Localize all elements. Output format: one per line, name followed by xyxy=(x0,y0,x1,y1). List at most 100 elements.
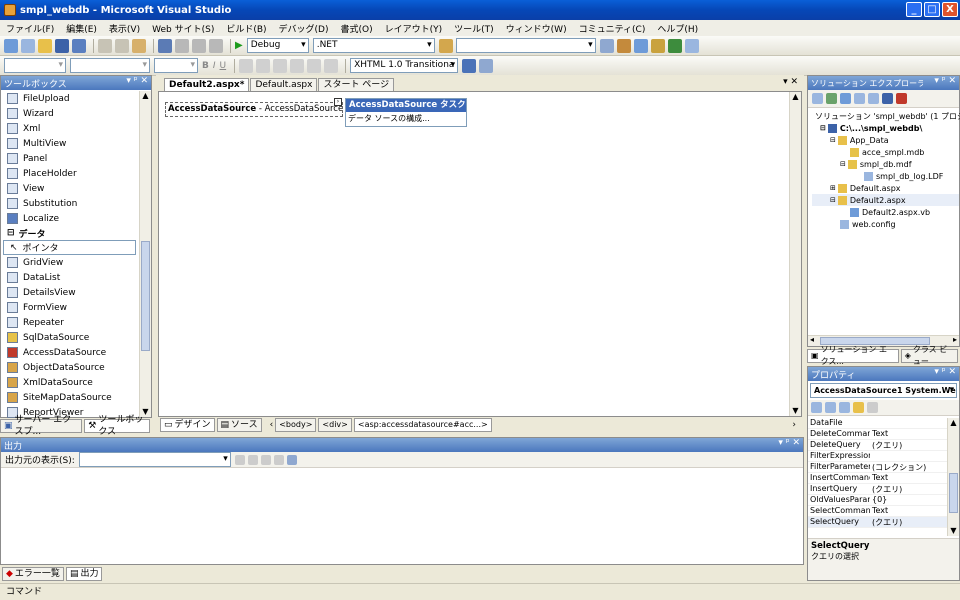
toolbox-item-panel[interactable]: Panel xyxy=(1,151,140,166)
doctype-combo[interactable]: XHTML 1.0 Transitiona xyxy=(350,58,459,73)
font-name-combo[interactable] xyxy=(70,58,150,73)
tab-default2-aspx[interactable]: Default2.aspx* xyxy=(164,78,250,91)
breadcrumb-left-icon[interactable]: ‹ xyxy=(270,420,274,430)
tree-item-solution[interactable]: ソリューション 'smpl_webdb' (1 プロジ xyxy=(812,110,960,122)
tab-class-view[interactable]: ◈ クラス ビュー xyxy=(900,345,958,366)
tab-toolbox[interactable]: ⚒ ツールボックス xyxy=(84,415,150,437)
smart-tag-glyph[interactable]: › xyxy=(334,98,342,106)
prop-row[interactable]: InsertCommand Text xyxy=(808,473,947,484)
configure-data-source-link[interactable]: データ ソースの構成... xyxy=(346,112,466,125)
save-all-icon[interactable] xyxy=(72,38,86,53)
maximize-button[interactable]: □ xyxy=(924,2,940,17)
italic-button[interactable]: I xyxy=(213,61,216,71)
expand-icon[interactable]: ⊟ xyxy=(820,124,826,132)
panel-controls[interactable]: ▾ ᵖ ✕ xyxy=(126,76,148,86)
scroll-up-icon[interactable]: ▲ xyxy=(790,92,801,102)
bold-button[interactable]: B xyxy=(202,61,209,71)
tree-item-web-config[interactable]: web.config xyxy=(812,218,959,230)
font-size-combo[interactable] xyxy=(154,58,198,73)
new-project-icon[interactable] xyxy=(4,38,18,53)
prop-row[interactable]: InsertQuery (クエリ) xyxy=(808,484,947,495)
open-folder-icon[interactable] xyxy=(38,38,52,53)
find-in-files-icon[interactable] xyxy=(438,38,453,53)
nest-files-icon[interactable] xyxy=(840,93,851,104)
refresh-icon[interactable] xyxy=(826,93,837,104)
toolbox-group-data[interactable]: ⊟ データ xyxy=(1,226,140,240)
tree-item-default-aspx[interactable]: ⊞ Default.aspx xyxy=(812,182,959,194)
toolbox-item-xmldatasource[interactable]: XmlDataSource xyxy=(1,375,140,390)
design-scrollbar[interactable]: ▲ ▼ xyxy=(789,92,801,416)
events-icon[interactable] xyxy=(853,402,864,413)
platform-combo[interactable]: .NET xyxy=(312,38,435,53)
scroll-thumb[interactable] xyxy=(949,473,958,513)
panel-controls[interactable]: ▾ ᵖ ✕ xyxy=(934,76,956,86)
properties-icon[interactable] xyxy=(616,38,631,53)
toolbox-item-wizard[interactable]: Wizard xyxy=(1,106,140,121)
output-source-combo[interactable] xyxy=(78,452,231,467)
goto-message-icon[interactable] xyxy=(234,454,245,465)
menu-window[interactable]: ウィンドウ(W) xyxy=(506,22,567,35)
menu-help[interactable]: ヘルプ(H) xyxy=(657,22,698,35)
tree-item-app-data[interactable]: ⊟ App_Data xyxy=(812,134,959,146)
underline-button[interactable]: U xyxy=(220,61,227,71)
numbered-list-icon[interactable] xyxy=(290,58,305,73)
tree-item-website[interactable]: ⊟ C:\...\smpl_webdb\ xyxy=(812,122,959,134)
properties-scrollbar[interactable]: ▲ ▼ xyxy=(947,418,959,536)
check-accessibility-icon[interactable] xyxy=(462,58,477,73)
tab-output[interactable]: ▤ 出力 xyxy=(65,567,103,581)
cut-icon[interactable] xyxy=(98,38,112,53)
tab-start-page[interactable]: スタート ページ xyxy=(318,78,395,91)
view-code-icon[interactable] xyxy=(854,93,865,104)
breadcrumb-right-icon[interactable]: › xyxy=(792,420,796,430)
scroll-up-icon[interactable]: ▲ xyxy=(140,91,151,101)
close-button[interactable]: X xyxy=(942,2,958,17)
word-wrap-icon[interactable] xyxy=(286,454,297,465)
scroll-down-icon[interactable]: ▼ xyxy=(790,406,801,416)
object-browser-icon[interactable] xyxy=(633,38,648,53)
scroll-thumb[interactable] xyxy=(141,241,150,351)
redo-icon[interactable] xyxy=(175,38,189,53)
tree-item-mdb[interactable]: acce_smpl.mdb xyxy=(812,146,959,158)
expand-icon[interactable]: ⊞ xyxy=(830,184,836,192)
toolbox-item-gridview[interactable]: GridView xyxy=(1,255,140,270)
find-combo[interactable] xyxy=(455,38,596,53)
align-icon[interactable] xyxy=(273,58,288,73)
property-pages-icon[interactable] xyxy=(839,402,850,413)
breadcrumb-div[interactable]: <div> xyxy=(318,418,352,432)
navigate-back-icon[interactable] xyxy=(192,38,206,53)
panel-controls[interactable]: ▾ ᵖ ✕ xyxy=(778,438,800,448)
toolbox-item-pointer[interactable]: ↖ ポインタ xyxy=(3,240,136,255)
tab-server-explorer[interactable]: ▣ サーバー エクスプ... xyxy=(0,415,83,437)
prop-pages-icon[interactable] xyxy=(867,402,878,413)
expand-icon[interactable]: ⊟ xyxy=(840,160,846,168)
prop-row[interactable]: FilterParameters (コレクション) xyxy=(808,462,947,473)
sln-properties-icon[interactable] xyxy=(812,93,823,104)
tab-default-aspx[interactable]: Default.aspx xyxy=(250,78,318,91)
toolbox-item-objectdatasource[interactable]: ObjectDataSource xyxy=(1,360,140,375)
toolbox-item-substitution[interactable]: Substitution xyxy=(1,196,140,211)
tab-error-list[interactable]: ◆ エラー一覧 xyxy=(2,567,64,581)
toolbox-item-accessdatasource[interactable]: AccessDataSource xyxy=(1,345,140,360)
minimize-button[interactable]: _ xyxy=(906,2,922,17)
tree-item-default2-vb[interactable]: Default2.aspx.vb xyxy=(812,206,959,218)
breadcrumb-body[interactable]: <body> xyxy=(275,418,317,432)
paste-icon[interactable] xyxy=(132,38,146,53)
expand-icon[interactable]: ⊟ xyxy=(830,136,836,144)
categorized-icon[interactable] xyxy=(811,402,822,413)
toolbar-options-icon[interactable] xyxy=(479,58,494,73)
add-item-icon[interactable] xyxy=(21,38,35,53)
scroll-down-icon[interactable]: ▼ xyxy=(948,526,959,536)
accessdatasource-control[interactable]: AccessDataSource - AccessDataSource1 xyxy=(165,102,343,117)
menu-layout[interactable]: レイアウト(Y) xyxy=(385,22,443,35)
prop-row[interactable]: DataFile xyxy=(808,418,947,429)
toolbox-item-datalist[interactable]: DataList xyxy=(1,270,140,285)
prop-row[interactable]: SelectCommand Text xyxy=(808,506,947,517)
tree-item-ldf[interactable]: smpl_db_log.LDF xyxy=(812,170,959,182)
toolbox-item-detailsview[interactable]: DetailsView xyxy=(1,285,140,300)
toolbox-item-placeholder[interactable]: PlaceHolder xyxy=(1,166,140,181)
menu-format[interactable]: 書式(O) xyxy=(340,22,372,35)
properties-object-combo[interactable]: AccessDataSource1 System.Web xyxy=(810,383,957,398)
prop-row[interactable]: FilterExpression xyxy=(808,451,947,462)
prop-row[interactable]: DeleteCommandText xyxy=(808,429,947,440)
toolbox-item-view[interactable]: View xyxy=(1,181,140,196)
